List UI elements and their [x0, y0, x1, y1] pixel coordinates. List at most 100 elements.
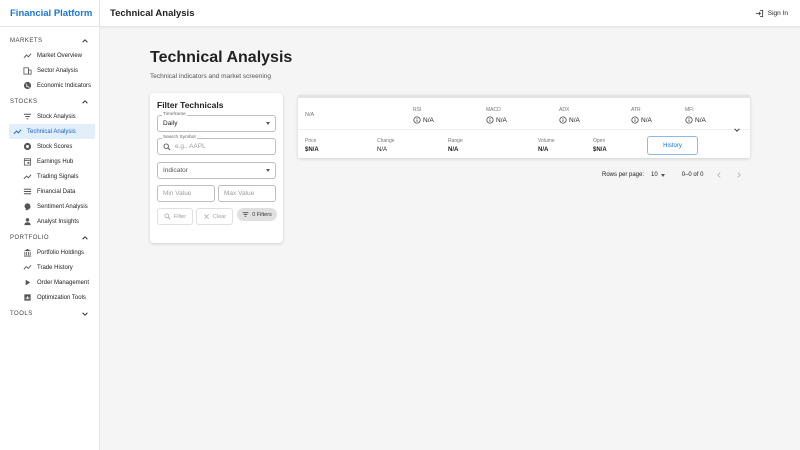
psychology-icon	[23, 202, 32, 211]
sidebar-item-market-overview[interactable]: Market Overview	[6, 48, 95, 63]
info-icon[interactable]	[559, 116, 567, 124]
sidebar-item-technical-analysis[interactable]: Technical Analysis	[9, 124, 95, 139]
search-symbol-input[interactable]: Search Symbol e.g., AAPL	[157, 135, 276, 155]
indicator-placeholder: Indicator	[163, 167, 188, 174]
trending-up-icon	[23, 172, 32, 181]
max-value-input[interactable]: Max Value	[218, 185, 276, 202]
rows-per-page-select[interactable]: 10	[651, 172, 665, 178]
search-icon	[163, 143, 171, 151]
stat-value: $N/A	[593, 147, 607, 153]
sidebar-item-analyst-insights[interactable]: Analyst Insights	[6, 214, 95, 229]
min-value-placeholder: Min Value	[163, 190, 192, 197]
filter-panel: Filter Technicals Timeframe Daily Search…	[150, 93, 283, 243]
sidebar-item-label: Technical Analysis	[27, 128, 76, 135]
brand-logo[interactable]: Financial Platform	[0, 0, 99, 27]
pagination-range: 0–0 of 0	[681, 172, 704, 178]
sidebar-item-label: Financial Data	[37, 188, 76, 195]
sidebar-item-financial-data[interactable]: Financial Data	[6, 184, 95, 199]
stat-label: Open	[593, 138, 606, 144]
trending-up-icon	[13, 127, 22, 136]
section-label: TOOLS	[10, 310, 33, 317]
indicator-value: N/A	[569, 116, 580, 124]
search-symbol-placeholder: e.g., AAPL	[175, 143, 206, 150]
min-value-input[interactable]: Min Value	[157, 185, 215, 202]
indicator-value: N/A	[496, 116, 507, 124]
sidebar-item-optimization-tools[interactable]: Optimization Tools	[6, 290, 95, 305]
calendar-icon	[23, 157, 32, 166]
indicator-value: N/A	[641, 116, 652, 124]
sidebar-item-label: Optimization Tools	[37, 294, 86, 301]
indicator-label: MFI	[685, 107, 694, 113]
indicator-adx: ADX N/A	[559, 107, 580, 124]
sidebar-item-label: Market Overview	[37, 52, 83, 59]
timeframe-select[interactable]: Timeframe Daily	[157, 112, 276, 132]
info-icon[interactable]	[486, 116, 494, 124]
section-label: PORTFOLIO	[10, 234, 50, 241]
rows-per-page-label: Rows per page:	[602, 172, 645, 178]
rows-per-page-value: 10	[651, 172, 658, 178]
bank-icon	[23, 248, 32, 257]
technical-result-card: N/A RSI N/A MACD N/A ADX N/A ATR N/A MFI…	[298, 95, 750, 158]
sidebar-item-label: Stock Scores	[37, 143, 73, 150]
section-tools[interactable]: TOOLS	[0, 306, 99, 321]
indicator-macd: MACD N/A	[486, 107, 507, 124]
indicator-mfi: MFI N/A	[685, 107, 706, 124]
sign-in-button[interactable]: Sign In	[755, 9, 788, 18]
sidebar-item-economic-indicators[interactable]: Economic Indicators	[6, 78, 95, 93]
chevron-right-icon[interactable]	[735, 171, 743, 179]
badge-icon	[23, 142, 32, 151]
sidebar-item-label: Stock Analysis	[37, 113, 76, 120]
sidebar-item-sentiment-analysis[interactable]: Sentiment Analysis	[6, 199, 95, 214]
sidebar-item-label: Earnings Hub	[37, 158, 74, 165]
expand-more-icon[interactable]	[732, 125, 741, 134]
login-icon	[755, 9, 764, 18]
info-icon[interactable]	[631, 116, 639, 124]
sidebar-item-portfolio-holdings[interactable]: Portfolio Holdings	[6, 245, 95, 260]
clear-button[interactable]: Clear	[196, 208, 233, 225]
section-portfolio[interactable]: PORTFOLIO	[0, 230, 99, 245]
filters-count-chip[interactable]: 0 Filters	[237, 208, 277, 221]
info-icon[interactable]	[685, 116, 693, 124]
sidebar-item-order-management[interactable]: Order Management	[6, 275, 95, 290]
chevron-left-icon[interactable]	[715, 171, 723, 179]
indicator-rsi: RSI N/A	[413, 107, 434, 124]
sidebar-item-label: Portfolio Holdings	[37, 249, 85, 256]
sidebar-item-trade-history[interactable]: Trade History	[6, 260, 95, 275]
page-subtitle: Technical indicators and market screenin…	[150, 73, 272, 80]
chevron-up-icon	[81, 37, 89, 45]
section-markets[interactable]: MARKETS	[0, 33, 99, 48]
sign-in-label: Sign In	[767, 9, 788, 17]
sidebar-nav: MARKETS Market Overview Sector Analysis …	[0, 27, 99, 321]
close-icon	[203, 213, 210, 220]
history-button[interactable]: History	[647, 136, 698, 155]
filter-button-label: Filter	[173, 213, 187, 220]
indicator-value: N/A	[695, 116, 706, 124]
indicator-label: MACD	[486, 107, 501, 113]
assessment-icon	[23, 293, 32, 302]
filter-list-icon	[242, 211, 249, 218]
stat-label: Price	[305, 138, 317, 144]
trending-up-icon	[23, 51, 32, 60]
play-icon	[23, 278, 32, 287]
building-icon	[23, 66, 32, 75]
indicator-atr: ATR N/A	[631, 107, 652, 124]
filter-button[interactable]: Filter	[157, 208, 193, 225]
sidebar-item-stock-scores[interactable]: Stock Scores	[6, 139, 95, 154]
indicator-select[interactable]: Indicator	[157, 162, 276, 179]
sidebar: Financial Platform MARKETS Market Overvi…	[0, 0, 100, 450]
stat-volume: Volume N/A	[538, 138, 555, 153]
search-symbol-label: Search Symbol	[162, 135, 197, 140]
filter-list-icon	[23, 112, 32, 121]
filter-panel-title: Filter Technicals	[157, 100, 224, 110]
chevron-up-icon	[81, 98, 89, 106]
result-symbol: N/A	[305, 112, 315, 118]
indicator-value: N/A	[423, 116, 434, 124]
sidebar-item-stock-analysis[interactable]: Stock Analysis	[6, 109, 95, 124]
sidebar-item-trading-signals[interactable]: Trading Signals	[6, 169, 95, 184]
stat-value: N/A	[448, 147, 459, 153]
section-stocks[interactable]: STOCKS	[0, 94, 99, 109]
top-app-bar: Technical Analysis Sign In	[100, 0, 800, 27]
sidebar-item-sector-analysis[interactable]: Sector Analysis	[6, 63, 95, 78]
sidebar-item-earnings-hub[interactable]: Earnings Hub	[6, 154, 95, 169]
info-icon[interactable]	[413, 116, 421, 124]
